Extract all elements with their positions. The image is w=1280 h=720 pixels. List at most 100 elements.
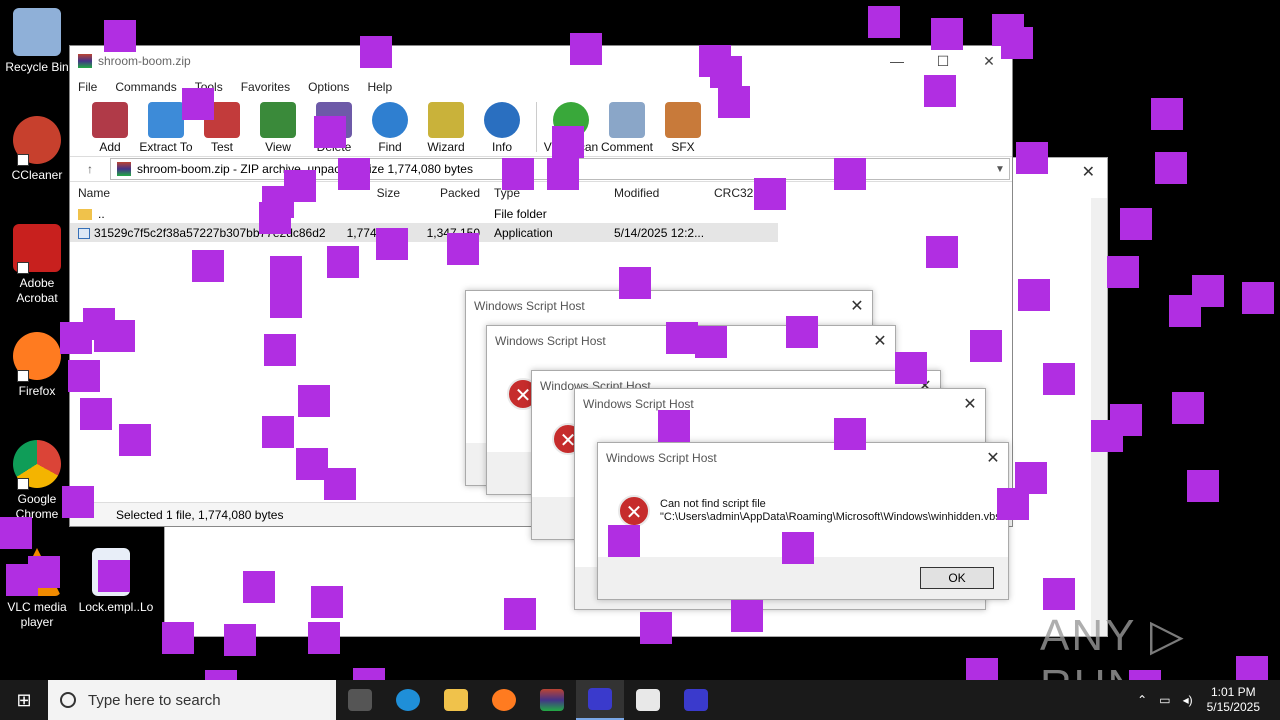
glitch-square <box>1187 470 1219 502</box>
magnifier-icon <box>372 102 408 138</box>
add-button[interactable]: Add <box>82 102 138 154</box>
close-icon[interactable]: ✕ <box>978 448 1008 468</box>
wizard-button[interactable]: Wizard <box>418 102 474 154</box>
info-button[interactable]: Info <box>474 102 530 154</box>
glitch-square <box>314 116 346 148</box>
column-packed[interactable]: Packed <box>406 186 486 200</box>
glitch-square <box>924 75 956 107</box>
glitch-square <box>786 316 818 348</box>
script-host-dialog-front: Windows Script Host ✕ ✕ Can not find scri… <box>597 442 1009 600</box>
clock-time: 1:01 PM <box>1210 685 1256 699</box>
menu-options[interactable]: Options <box>308 80 349 94</box>
error-icon: ✕ <box>618 495 650 527</box>
system-tray: ⌃ ▭ ◂) 1:01 PM 5/15/2025 <box>1137 685 1280 715</box>
table-row[interactable]: 31529c7f5c2f38a57227b307bb77e2dc86d28...… <box>70 223 778 242</box>
clock[interactable]: 1:01 PM 5/15/2025 <box>1207 685 1260 715</box>
minimize-icon[interactable]: — <box>874 53 920 70</box>
close-icon[interactable]: ✕ <box>955 394 985 414</box>
folder-icon <box>148 102 184 138</box>
windows-start-icon[interactable]: ⊞ <box>0 680 48 720</box>
title-bar[interactable]: shroom-boom.zip — ☐ ✕ <box>70 46 1012 76</box>
file-explorer-icon[interactable] <box>432 680 480 720</box>
script-host-taskbar-icon[interactable] <box>576 680 624 720</box>
view-button[interactable]: View <box>250 102 306 154</box>
desktop-icon-label: Adobe Acrobat <box>16 276 58 305</box>
desktop-icon-ccleaner[interactable]: CCleaner <box>0 116 74 183</box>
glitch-square <box>1120 208 1152 240</box>
glitch-square <box>298 385 330 417</box>
maximize-icon[interactable]: ☐ <box>920 53 966 70</box>
task-view-icon[interactable] <box>336 680 384 720</box>
glitch-square <box>504 598 536 630</box>
glitch-square <box>243 571 275 603</box>
winrar-taskbar-icon[interactable] <box>528 680 576 720</box>
zip-icon <box>117 162 131 176</box>
glitch-square <box>926 236 958 268</box>
find-button[interactable]: Find <box>362 102 418 154</box>
sfx-button[interactable]: SFX <box>655 102 711 154</box>
glitch-square <box>640 612 672 644</box>
firefox-icon[interactable] <box>480 680 528 720</box>
table-row[interactable]: .. File folder <box>70 204 1012 223</box>
desktop-icon-adobe-acrobat[interactable]: Adobe Acrobat <box>0 224 74 306</box>
glitch-square <box>6 564 38 596</box>
ok-button[interactable]: OK <box>920 567 994 589</box>
menu-file[interactable]: File <box>78 80 97 94</box>
glitch-square <box>834 158 866 190</box>
book-icon <box>260 102 296 138</box>
row-type: File folder <box>494 206 547 221</box>
glitch-square <box>264 334 296 366</box>
acrobat-icon <box>13 224 61 274</box>
path-bar: ↑ shroom-boom.zip - ZIP archive, unpacke… <box>70 156 1012 182</box>
desktop-icon-recycle-bin[interactable]: Recycle Bin <box>0 8 74 75</box>
ccleaner-icon <box>13 116 61 166</box>
close-icon[interactable]: ✕ <box>842 296 872 316</box>
glitch-square <box>1018 279 1050 311</box>
glitch-square <box>60 322 92 354</box>
glitch-square <box>1151 98 1183 130</box>
search-box[interactable]: Type here to search <box>48 680 336 720</box>
chrome-icon <box>13 440 61 490</box>
glitch-square <box>376 228 408 260</box>
status-text: Selected 1 file, 1,774,080 bytes <box>116 507 284 522</box>
column-modified[interactable]: Modified <box>606 186 706 200</box>
menu-commands[interactable]: Commands <box>115 80 176 94</box>
menu-favorites[interactable]: Favorites <box>241 80 290 94</box>
close-icon[interactable]: ✕ <box>1082 162 1095 182</box>
glitch-square <box>270 256 302 288</box>
glitch-square <box>658 410 690 442</box>
up-arrow-icon[interactable]: ↑ <box>70 162 110 176</box>
desktop-icon-label: VLC media player <box>7 600 67 629</box>
glitch-square <box>262 416 294 448</box>
network-icon[interactable]: ▭ <box>1159 693 1170 707</box>
magic-wand-icon <box>428 102 464 138</box>
app-window-icon[interactable] <box>624 680 672 720</box>
glitch-square <box>552 126 584 158</box>
script-host-taskbar-icon-2[interactable] <box>672 680 720 720</box>
clock-date: 5/15/2025 <box>1206 700 1260 714</box>
chevron-down-icon[interactable]: ▼ <box>991 164 1009 175</box>
menu-help[interactable]: Help <box>367 80 392 94</box>
add-icon <box>92 102 128 138</box>
volume-icon[interactable]: ◂) <box>1183 693 1193 707</box>
search-icon <box>60 692 76 708</box>
glitch-square <box>502 158 534 190</box>
chevron-up-icon[interactable]: ⌃ <box>1137 693 1147 707</box>
toolbar-separator <box>536 102 537 152</box>
glitch-square <box>119 424 151 456</box>
glitch-square <box>1169 295 1201 327</box>
glitch-square <box>731 600 763 632</box>
row-modified: 5/14/2025 12:2... <box>614 225 705 240</box>
comment-button[interactable]: Comment <box>599 102 655 154</box>
glitch-square <box>997 488 1029 520</box>
glitch-square <box>0 517 32 549</box>
glitch-square <box>970 330 1002 362</box>
glitch-square <box>62 486 94 518</box>
glitch-square <box>1016 142 1048 174</box>
edge-icon[interactable] <box>384 680 432 720</box>
box-icon <box>665 102 701 138</box>
row-name: .. <box>98 206 105 221</box>
close-icon[interactable]: ✕ <box>865 331 895 351</box>
scrollbar[interactable] <box>1091 198 1107 636</box>
desktop-icon-lo[interactable]: Lo <box>140 548 164 615</box>
